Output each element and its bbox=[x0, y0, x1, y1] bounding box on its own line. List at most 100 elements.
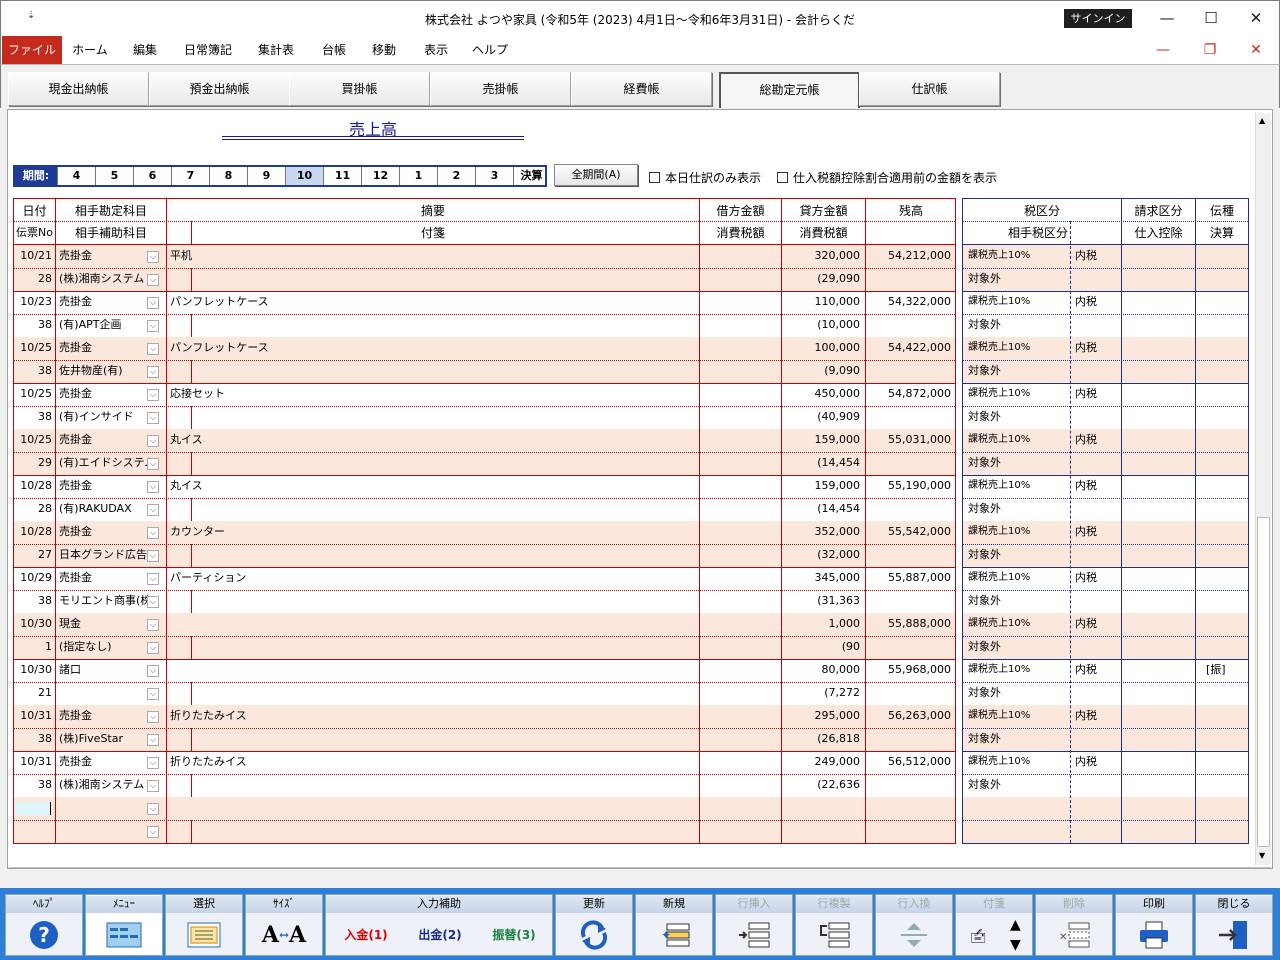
tab-payables[interactable]: 買掛帳 bbox=[289, 72, 430, 106]
close-window-button[interactable]: 閉じる bbox=[1195, 894, 1273, 956]
menu-file[interactable]: ファイル bbox=[2, 36, 62, 64]
dropdown-chevron-icon[interactable]: ⌵ bbox=[147, 504, 159, 516]
row-tax-mode[interactable]: 内税 bbox=[1075, 705, 1119, 727]
table-row[interactable]: 10/21 28 売掛金 (株)湘南システム 平机 320,000 (29,090 54,21… bbox=[14, 245, 955, 292]
dropdown-chevron-icon[interactable]: ⌵ bbox=[147, 780, 159, 792]
close-button[interactable]: ✕ bbox=[1239, 6, 1273, 30]
period-month-8[interactable]: 11 bbox=[323, 167, 361, 185]
row-sub-account[interactable]: (株)湘南システム bbox=[59, 774, 151, 796]
row-partner-tax[interactable]: 対象外 bbox=[968, 268, 1068, 290]
menu-home[interactable]: ホーム bbox=[67, 36, 113, 64]
row-voucher-no[interactable]: 38 bbox=[14, 406, 52, 428]
menu-daily-bookkeeping[interactable]: 日常簿記 bbox=[177, 36, 239, 64]
row-voucher-no[interactable]: 27 bbox=[14, 544, 52, 566]
tax-row[interactable]: 課税売上10% 内税 対象外 bbox=[963, 705, 1248, 752]
memo-down-icon[interactable]: ▼ bbox=[1010, 937, 1021, 953]
row-account[interactable]: 売掛金 bbox=[59, 567, 151, 589]
tax-row[interactable]: 課税売上10% 内税 対象外 [振] bbox=[963, 659, 1248, 706]
row-partner-tax[interactable]: 対象外 bbox=[968, 498, 1068, 520]
shukkin-button[interactable]: 出金(2) bbox=[404, 917, 476, 953]
row-partner-tax[interactable]: 対象外 bbox=[968, 728, 1068, 750]
row-copy-button[interactable]: 行複製 bbox=[795, 894, 873, 956]
row-sub-account[interactable]: (有)インサイド bbox=[59, 406, 151, 428]
tax-row[interactable]: 課税売上10% 内税 対象外 bbox=[963, 291, 1248, 338]
row-voucher-type[interactable] bbox=[1206, 475, 1246, 497]
menu-button[interactable]: ﾒﾆｭｰ bbox=[85, 894, 163, 956]
row-voucher-no[interactable]: 28 bbox=[14, 498, 52, 520]
row-tax-mode[interactable]: 内税 bbox=[1075, 383, 1119, 405]
row-summary[interactable] bbox=[170, 659, 690, 681]
row-partner-tax[interactable]: 対象外 bbox=[968, 314, 1068, 336]
row-account[interactable]: 売掛金 bbox=[59, 383, 151, 405]
table-row[interactable]: 10/28 27 売掛金 日本グランド広告 カウンター 352,000 (32,000 55,… bbox=[14, 521, 955, 568]
table-row[interactable]: 10/25 38 売掛金 佐井物産(有) パンフレットケース 100,000 (9,090 5… bbox=[14, 337, 955, 384]
row-tax-class[interactable]: 課税売上10% bbox=[968, 751, 1068, 773]
row-tax-class[interactable]: 課税売上10% bbox=[968, 567, 1068, 589]
row-partner-tax[interactable]: 対象外 bbox=[968, 774, 1068, 796]
new-button[interactable]: 新規 ✦ bbox=[635, 894, 713, 956]
tax-row[interactable]: 課税売上10% 内税 対象外 bbox=[963, 245, 1248, 292]
row-voucher-type[interactable] bbox=[1206, 429, 1246, 451]
row-date[interactable]: 10/25 bbox=[14, 383, 52, 405]
row-partner-tax[interactable]: 対象外 bbox=[968, 360, 1068, 382]
tax-before-checkbox[interactable]: 仕入税額控除割合適用前の金額を表示 bbox=[777, 169, 997, 186]
dropdown-chevron-icon[interactable]: ⌵ bbox=[147, 366, 159, 378]
row-voucher-no[interactable]: 38 bbox=[14, 774, 52, 796]
table-row[interactable]: 10/25 38 売掛金 (有)インサイド 応接セット 450,000 (40,909 54,… bbox=[14, 383, 955, 430]
row-tax-class[interactable]: 課税売上10% bbox=[968, 613, 1068, 635]
furikae-button[interactable]: 振替(3) bbox=[478, 917, 550, 953]
row-sub-account[interactable]: (有)エイドシステム bbox=[59, 452, 151, 474]
row-voucher-type[interactable] bbox=[1206, 337, 1246, 359]
checkbox-box[interactable] bbox=[777, 172, 788, 183]
period-month-2[interactable]: 5 bbox=[95, 167, 133, 185]
row-account[interactable]: 売掛金 bbox=[59, 475, 151, 497]
row-sub-account[interactable] bbox=[59, 682, 151, 704]
row-summary[interactable]: パーティション bbox=[170, 567, 690, 589]
row-summary[interactable]: 丸イス bbox=[170, 475, 690, 497]
table-row[interactable]: 10/29 38 売掛金 モリエント商事(株 パーティション 345,000 (31,363… bbox=[14, 567, 955, 614]
row-voucher-no[interactable]: 28 bbox=[14, 268, 52, 290]
scroll-up-icon[interactable]: ▲ bbox=[1259, 116, 1265, 125]
scroll-thumb[interactable] bbox=[1257, 517, 1270, 847]
row-partner-tax[interactable]: 対象外 bbox=[968, 636, 1068, 658]
dropdown-chevron-icon[interactable]: ⌵ bbox=[147, 435, 159, 447]
dropdown-chevron-icon[interactable]: ⌵ bbox=[147, 412, 159, 424]
row-tax-class[interactable]: 課税売上10% bbox=[968, 337, 1068, 359]
row-account[interactable]: 売掛金 bbox=[59, 705, 151, 727]
row-date[interactable]: 10/31 bbox=[14, 705, 52, 727]
update-button[interactable]: 更新 bbox=[555, 894, 633, 956]
tab-journal[interactable]: 仕訳帳 bbox=[859, 72, 1000, 106]
table-row[interactable]: 10/28 28 売掛金 (有)RAKUDAX 丸イス 159,000 (14,454 55,… bbox=[14, 475, 955, 522]
tab-general-ledger[interactable]: 総勘定元帳 bbox=[719, 72, 860, 108]
dropdown-chevron-icon[interactable]: ⌵ bbox=[147, 803, 159, 815]
dropdown-chevron-icon[interactable]: ⌵ bbox=[147, 320, 159, 332]
all-period-button[interactable]: 全期間(A) bbox=[554, 164, 638, 186]
maximize-button[interactable]: ☐ bbox=[1194, 6, 1228, 30]
row-summary[interactable]: 応接セット bbox=[170, 383, 690, 405]
row-voucher-no[interactable]: 38 bbox=[14, 728, 52, 750]
row-sub-account[interactable]: (指定なし) bbox=[59, 636, 151, 658]
menu-edit[interactable]: 編集 bbox=[123, 36, 167, 64]
period-month-11[interactable]: 2 bbox=[437, 167, 475, 185]
period-month-4[interactable]: 7 bbox=[171, 167, 209, 185]
row-tax-class[interactable]: 課税売上10% bbox=[968, 383, 1068, 405]
menu-summary[interactable]: 集計表 bbox=[249, 36, 303, 64]
menu-view[interactable]: 表示 bbox=[415, 36, 457, 64]
help-button[interactable]: ﾍﾙﾌﾟ ? bbox=[5, 894, 83, 956]
row-sub-account[interactable]: (有)APT企画 bbox=[59, 314, 151, 336]
row-summary[interactable]: 折りたたみイス bbox=[170, 705, 690, 727]
period-month-9[interactable]: 12 bbox=[361, 167, 399, 185]
scroll-down-icon[interactable]: ▼ bbox=[1259, 851, 1265, 860]
row-date[interactable]: 10/30 bbox=[14, 613, 52, 635]
row-tax-mode[interactable]: 内税 bbox=[1075, 475, 1119, 497]
period-month-10[interactable]: 1 bbox=[399, 167, 437, 185]
row-partner-tax[interactable]: 対象外 bbox=[968, 682, 1068, 704]
row-tax-class[interactable]: 課税売上10% bbox=[968, 291, 1068, 313]
dropdown-chevron-icon[interactable]: ⌵ bbox=[147, 665, 159, 677]
row-voucher-type[interactable] bbox=[1206, 245, 1246, 267]
mdi-restore-icon[interactable]: ❐ bbox=[1195, 38, 1225, 62]
menu-move[interactable]: 移動 bbox=[363, 36, 405, 64]
table-row[interactable]: 10/30 21 諸口 80,000 (7,272 55,968,000 ⌵ ⌵ bbox=[14, 659, 955, 706]
row-account[interactable]: 売掛金 bbox=[59, 429, 151, 451]
row-tax-mode[interactable]: 内税 bbox=[1075, 245, 1119, 267]
